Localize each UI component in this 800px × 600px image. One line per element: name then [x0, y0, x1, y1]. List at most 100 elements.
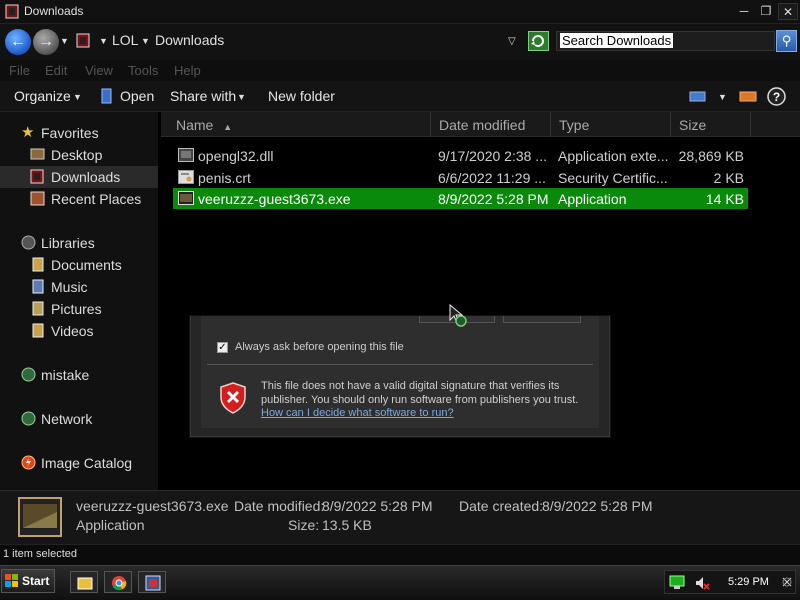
chevron-down-icon[interactable]: ▼ [141, 36, 150, 46]
chevron-down-icon[interactable]: ▼ [99, 36, 108, 46]
network-icon [21, 411, 36, 426]
open-button[interactable]: Open [120, 88, 154, 104]
folder-location-icon [76, 33, 90, 48]
nav-videos[interactable]: Videos [0, 320, 158, 342]
preview-pane-icon[interactable] [739, 90, 757, 103]
music-icon [32, 279, 44, 294]
help-icon[interactable]: ? [767, 87, 786, 106]
table-row[interactable]: opengl32.dll 9/17/2020 2:38 ... Applicat… [173, 145, 748, 166]
status-bar: 1 item selected [0, 544, 800, 565]
column-size[interactable]: Size [671, 112, 751, 137]
svg-text:?: ? [773, 90, 780, 104]
details-file-name: veeruzzz-guest3673.exe [76, 498, 229, 514]
search-button[interactable]: ⚲ [776, 30, 797, 52]
file-size: 14 KB [705, 191, 744, 207]
search-placeholder: Search Downloads [560, 33, 674, 48]
nav-label: Pictures [51, 301, 102, 317]
refresh-icon[interactable] [528, 31, 549, 51]
new-folder-button[interactable]: New folder [268, 88, 335, 104]
column-header: Name ▲ Date modified Type Size [161, 112, 800, 137]
history-dropdown-icon[interactable]: ▼ [60, 36, 69, 46]
view-options-icon[interactable] [689, 90, 706, 103]
always-ask-label[interactable]: Always ask before opening this file [235, 341, 404, 353]
table-row[interactable]: penis.crt 6/6/2022 11:29 ... Security Ce… [173, 167, 748, 188]
nav-recent-places[interactable]: Recent Places [0, 188, 158, 210]
always-ask-checkbox[interactable]: ✓ [217, 342, 228, 353]
nav-downloads[interactable]: Downloads [0, 166, 158, 188]
menu-view[interactable]: View [85, 63, 113, 78]
file-type: Application exte... [558, 148, 669, 164]
image-catalog-icon [21, 455, 36, 470]
search-icon: ⚲ [781, 33, 792, 48]
busy-cursor-icon [449, 304, 467, 327]
maximize-button[interactable]: ❐ [756, 3, 776, 20]
search-input[interactable]: Search Downloads [556, 31, 775, 51]
chrome-icon [112, 576, 127, 591]
system-tray: 5:29 PM [664, 570, 796, 594]
table-row-selected[interactable]: veeruzzz-guest3673.exe 8/9/2022 5:28 PM … [173, 188, 748, 209]
file-type: Security Certific... [558, 170, 668, 186]
details-date-modified-label: Date modified: [234, 498, 325, 514]
nav-image-catalog[interactable]: Image Catalog [0, 452, 158, 474]
command-bar: Organize ▼ Open Share with ▼ New folder … [0, 81, 800, 112]
back-button[interactable]: ← [5, 29, 31, 55]
security-warning-dialog: ✓ Always ask before opening this file Th… [190, 316, 610, 437]
details-size-label: Size: [288, 517, 320, 533]
app-window-icon [145, 575, 161, 591]
cancel-button[interactable] [503, 316, 581, 323]
chevron-down-icon[interactable]: ▼ [73, 92, 82, 102]
address-dropdown-icon[interactable]: ▽ [508, 36, 516, 47]
forward-button[interactable]: → [33, 29, 59, 55]
help-link[interactable]: How can I decide what software to run? [261, 407, 454, 419]
menu-help[interactable]: Help [174, 63, 201, 78]
windows-logo-icon [5, 574, 18, 587]
breadcrumb-lol[interactable]: LOL [112, 32, 138, 48]
minimize-button[interactable]: ─ [734, 3, 754, 20]
organize-button[interactable]: Organize [14, 88, 71, 104]
file-name: opengl32.dll [198, 148, 274, 164]
close-button[interactable]: ✕ [778, 3, 798, 20]
file-date: 8/9/2022 5:28 PM [438, 191, 549, 207]
chevron-down-icon[interactable]: ▼ [237, 92, 246, 102]
nav-mistake[interactable]: mistake [0, 364, 158, 386]
column-label: Size [679, 117, 707, 133]
menu-tools[interactable]: Tools [128, 63, 158, 78]
nav-desktop[interactable]: Desktop [0, 144, 158, 166]
menu-edit[interactable]: Edit [45, 63, 67, 78]
volume-muted-icon[interactable] [694, 575, 710, 591]
share-with-button[interactable]: Share with [170, 88, 236, 104]
file-name: veeruzzz-guest3673.exe [198, 191, 351, 207]
nav-label: Image Catalog [41, 455, 133, 471]
certificate-file-icon [178, 170, 194, 184]
details-pane: veeruzzz-guest3673.exe Application Date … [0, 490, 800, 544]
column-name[interactable]: Name ▲ [168, 112, 431, 137]
taskbar-app[interactable] [138, 571, 166, 593]
nav-favorites[interactable]: ★ Favorites [0, 122, 158, 144]
column-date-modified[interactable]: Date modified [431, 112, 551, 137]
recent-places-icon [30, 191, 45, 206]
app-icon [5, 4, 19, 19]
breadcrumb-downloads[interactable]: Downloads [155, 32, 224, 48]
chevron-down-icon[interactable]: ▼ [718, 92, 727, 102]
file-date: 9/17/2020 2:38 ... [438, 148, 547, 164]
column-type[interactable]: Type [551, 112, 671, 137]
dialog-body: ✓ Always ask before opening this file Th… [201, 316, 599, 428]
taskbar-chrome[interactable] [104, 571, 132, 593]
details-date-created-label: Date created: [459, 498, 544, 514]
nav-libraries[interactable]: Libraries [0, 232, 158, 254]
monitor-icon[interactable] [669, 575, 685, 590]
nav-label: Videos [51, 323, 94, 339]
file-name: penis.crt [198, 170, 251, 186]
nav-documents[interactable]: Documents [0, 254, 158, 276]
start-button[interactable]: Start [1, 569, 55, 593]
nav-pictures[interactable]: Pictures [0, 298, 158, 320]
nav-network[interactable]: Network [0, 408, 158, 430]
taskbar-explorer[interactable] [70, 571, 98, 593]
dll-file-icon [178, 148, 194, 162]
nav-music[interactable]: Music [0, 276, 158, 298]
menu-file[interactable]: File [9, 63, 30, 78]
notification-icon[interactable] [781, 576, 793, 588]
nav-label: Documents [51, 257, 122, 273]
nav-label: Downloads [51, 169, 121, 185]
shield-warning-icon [220, 382, 246, 414]
